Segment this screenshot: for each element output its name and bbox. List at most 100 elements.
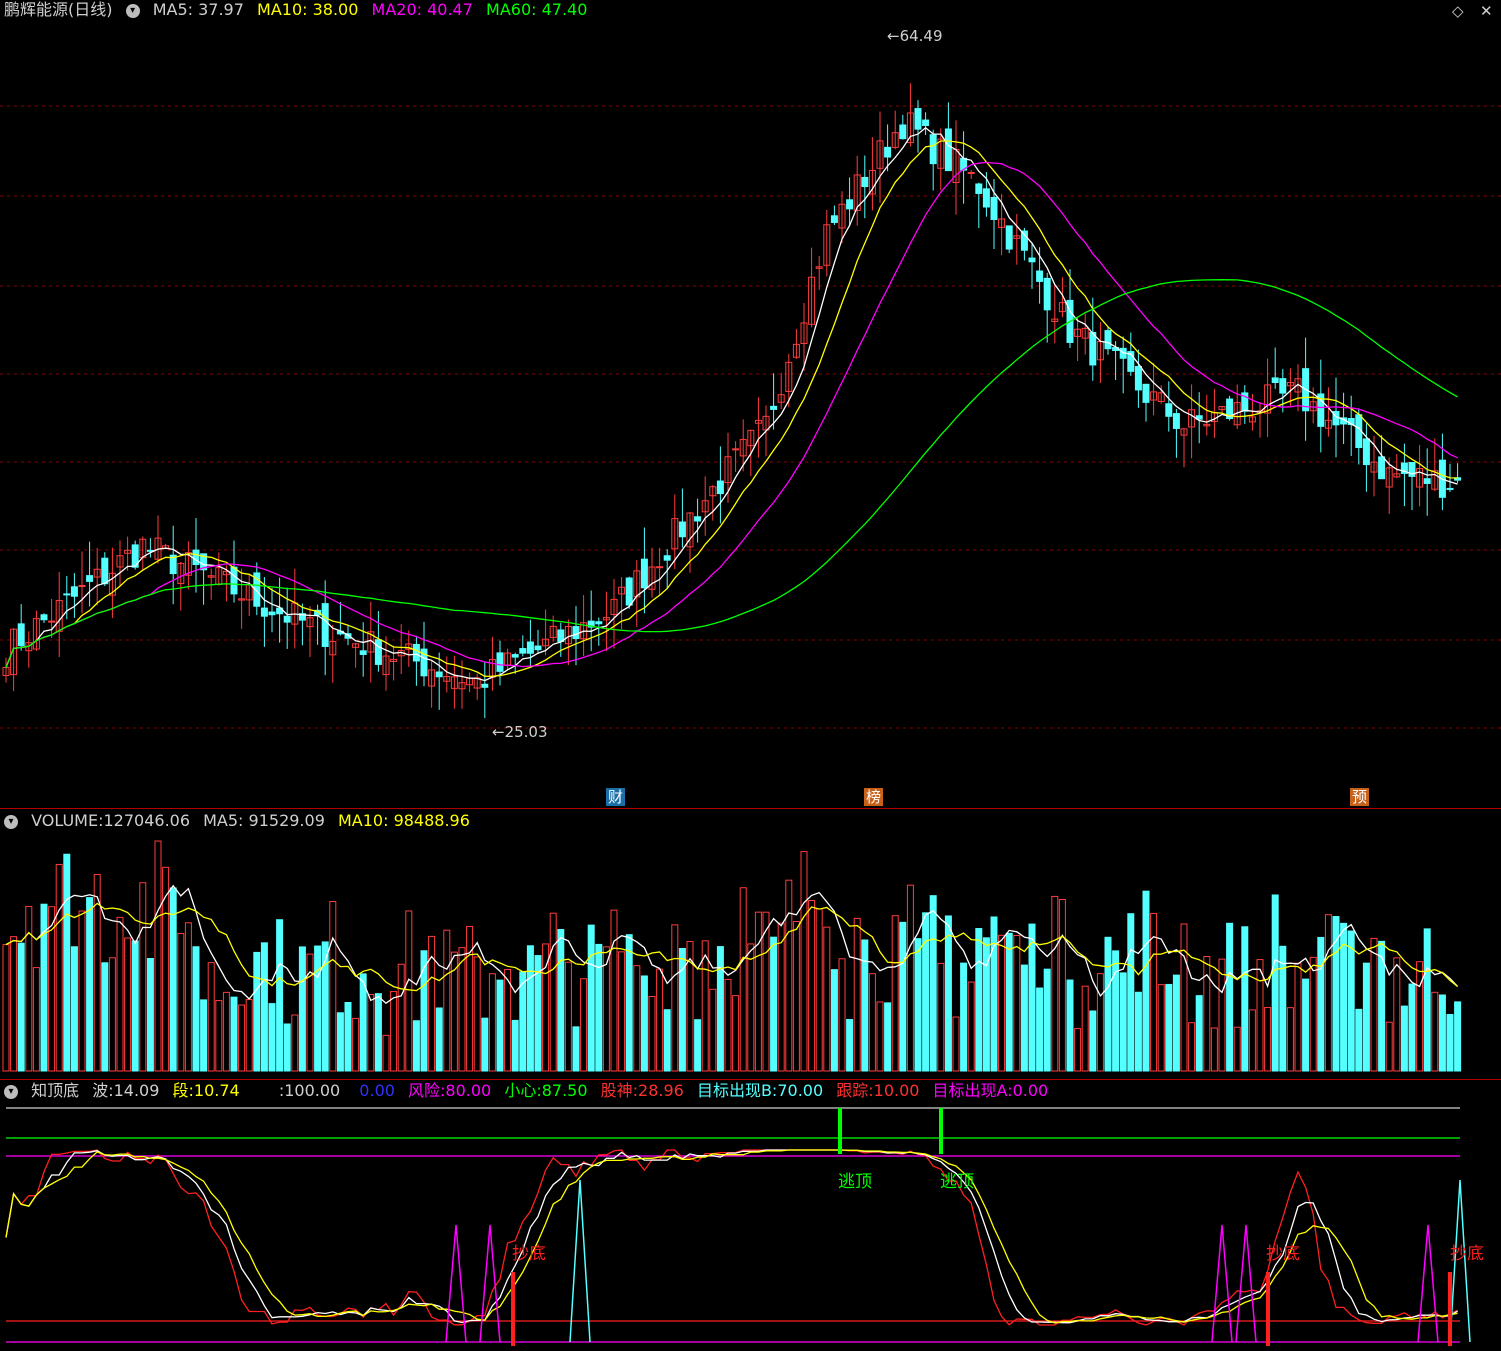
volume-bar bbox=[184, 922, 192, 1072]
event-marker-forecast[interactable]: 预 bbox=[1350, 788, 1370, 806]
volume-bar bbox=[1020, 964, 1028, 1072]
volume-bar bbox=[1324, 914, 1332, 1072]
volume-bar bbox=[929, 895, 937, 1072]
price-chart[interactable] bbox=[0, 0, 1501, 808]
volume-bar bbox=[466, 925, 474, 1072]
candle-down bbox=[899, 124, 907, 140]
volume-chart[interactable] bbox=[0, 809, 1501, 1079]
volume-bar bbox=[192, 946, 200, 1072]
collapse-icon[interactable]: ▾ bbox=[4, 814, 18, 829]
candle-down bbox=[1104, 330, 1112, 350]
volume-bar bbox=[1043, 968, 1051, 1072]
candle-down bbox=[990, 196, 998, 221]
candle-down bbox=[101, 557, 109, 585]
close-icon[interactable]: ✕ bbox=[1480, 2, 1493, 20]
ma60-line bbox=[5, 279, 1458, 668]
volume-bar bbox=[17, 942, 25, 1072]
candle-down bbox=[374, 639, 382, 665]
candle-down bbox=[435, 671, 443, 678]
volume-bar bbox=[724, 978, 732, 1072]
volume-bar bbox=[747, 943, 755, 1072]
candle-down bbox=[595, 621, 603, 625]
volume-bar bbox=[762, 911, 770, 1072]
volume-bar bbox=[1264, 1006, 1272, 1072]
volume-bar bbox=[86, 897, 94, 1072]
volume-bar bbox=[1233, 1026, 1241, 1072]
volume-bar bbox=[960, 962, 968, 1072]
collapse-icon[interactable]: ▾ bbox=[4, 1084, 18, 1099]
indicator-name: 知顶底 bbox=[31, 1081, 80, 1100]
candle-down bbox=[625, 577, 633, 606]
candle-down bbox=[975, 183, 983, 194]
volume-panel[interactable]: ▾ VOLUME:127046.06 MA5: 91529.09 MA10: 9… bbox=[0, 809, 1501, 1079]
indicator-chart[interactable] bbox=[0, 1080, 1501, 1351]
volume-bar bbox=[1256, 959, 1264, 1072]
candle-down bbox=[1142, 383, 1150, 403]
diamond-icon[interactable]: ◇ bbox=[1452, 2, 1464, 20]
volume-bar bbox=[998, 934, 1006, 1072]
volume-bar bbox=[1081, 985, 1089, 1072]
targetA-value: 目标出现A:0.00 bbox=[932, 1081, 1049, 1100]
volume-bar bbox=[1370, 937, 1378, 1072]
track-value: 跟踪:10.00 bbox=[836, 1081, 920, 1100]
volume-bar bbox=[435, 1007, 443, 1072]
price-panel[interactable]: 鹏辉能源(日线) ▾ MA5: 37.97 MA10: 38.00 MA20: … bbox=[0, 0, 1501, 808]
candle-down bbox=[260, 607, 268, 617]
volume-bar bbox=[1142, 890, 1150, 1072]
volume-bar bbox=[108, 957, 116, 1072]
candle-down bbox=[526, 641, 534, 654]
volume-bar bbox=[823, 926, 831, 1072]
volume-bar bbox=[876, 1001, 884, 1072]
event-marker-rank[interactable]: 榜 bbox=[864, 788, 884, 806]
candle-down bbox=[678, 521, 686, 538]
volume-bar bbox=[572, 1026, 580, 1072]
volume-bar bbox=[656, 968, 664, 1072]
volume-bar bbox=[618, 951, 626, 1072]
volume-bar bbox=[412, 1020, 420, 1072]
volume-bar bbox=[1104, 936, 1112, 1072]
volume-bar bbox=[283, 1023, 291, 1072]
volume-bar bbox=[861, 939, 869, 1072]
volume-bar bbox=[162, 866, 170, 1072]
volume-bar bbox=[329, 901, 337, 1072]
ma20-legend: MA20: 40.47 bbox=[371, 0, 473, 19]
candle-down bbox=[63, 593, 71, 596]
volume-bar bbox=[1218, 958, 1226, 1072]
volume-bar bbox=[770, 936, 778, 1072]
volume-bar bbox=[222, 991, 230, 1072]
volume-bar bbox=[1036, 987, 1044, 1072]
volume-bar bbox=[397, 963, 405, 1072]
volume-bar bbox=[899, 921, 907, 1072]
candle-down bbox=[359, 650, 367, 655]
candle-down bbox=[1036, 270, 1044, 282]
candle-down bbox=[70, 586, 78, 597]
volume-bar bbox=[352, 1017, 360, 1072]
candle-down bbox=[922, 119, 930, 126]
signal-bottom-1: 抄底 bbox=[512, 1244, 546, 1264]
volume-bar bbox=[846, 1019, 854, 1072]
careful-value: 小心:87.50 bbox=[504, 1081, 588, 1100]
candle-down bbox=[861, 176, 869, 188]
volume-bar bbox=[291, 1014, 299, 1072]
volume-bar bbox=[739, 887, 747, 1072]
target-spike bbox=[569, 1179, 591, 1343]
candle-up bbox=[967, 171, 975, 174]
volume-bar bbox=[367, 994, 375, 1072]
candle-down bbox=[1446, 487, 1454, 490]
volume-bar bbox=[549, 912, 557, 1072]
candle-down bbox=[846, 199, 854, 210]
volume-bar bbox=[298, 946, 306, 1072]
indicator-panel[interactable]: ▾ 知顶底 波:14.09 段:10.74 :100.00 0.00 风险:80… bbox=[0, 1080, 1501, 1351]
volume-bar bbox=[564, 961, 572, 1072]
volume-bar bbox=[511, 1019, 519, 1072]
level-0: 0.00 bbox=[359, 1081, 395, 1100]
volume-bar bbox=[709, 988, 717, 1072]
collapse-icon[interactable]: ▾ bbox=[125, 3, 140, 18]
volume-bar bbox=[78, 910, 86, 1072]
volume-bar bbox=[800, 851, 808, 1072]
volume-bar bbox=[975, 928, 983, 1072]
volume-bar bbox=[519, 971, 527, 1072]
volume-bar bbox=[496, 979, 504, 1072]
ma10-legend: MA10: 38.00 bbox=[257, 0, 359, 19]
event-marker-finance[interactable]: 财 bbox=[606, 788, 626, 806]
